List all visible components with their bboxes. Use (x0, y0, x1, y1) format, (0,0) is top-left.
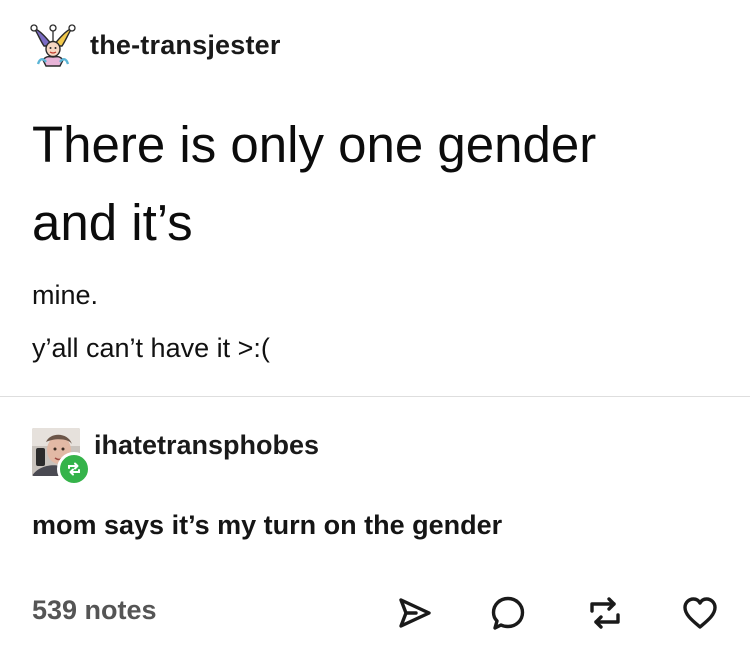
paper-plane-icon (399, 598, 431, 628)
speech-bubble-icon (491, 596, 525, 630)
reply-button[interactable] (486, 591, 530, 635)
original-post-username[interactable]: the-transjester (90, 30, 281, 61)
heading-line-2: and it’s (32, 194, 193, 251)
reblog-text: mom says it’s my turn on the gender (32, 510, 503, 540)
jester-hat-avatar-icon[interactable] (30, 22, 76, 68)
heading-line-1: There is only one gender (32, 116, 597, 173)
reblog-username[interactable]: ihatetransphobes (94, 430, 319, 461)
original-post-header: the-transjester (30, 22, 281, 68)
original-post-body-line-2: y’all can’t have it >:( (32, 333, 270, 363)
like-button[interactable] (678, 591, 722, 635)
reblog-avatar-wrap[interactable] (32, 428, 91, 486)
reblog-header: ihatetransphobes (32, 427, 319, 486)
reblog-icon (590, 597, 620, 629)
original-post-body-line-1: mine. (32, 280, 99, 310)
share-button[interactable] (393, 591, 437, 635)
post-actions (385, 591, 730, 635)
reblog-badge (57, 452, 91, 486)
heart-icon (683, 597, 717, 629)
reblog-icon (68, 462, 80, 476)
original-post-heading: There is only one gender and it’s (32, 106, 722, 262)
tumblr-post: the-transjester There is only one gender… (0, 0, 750, 662)
notes-count[interactable]: 539 notes (32, 595, 157, 626)
reblog-divider (0, 396, 750, 397)
reblog-button[interactable] (583, 591, 627, 635)
